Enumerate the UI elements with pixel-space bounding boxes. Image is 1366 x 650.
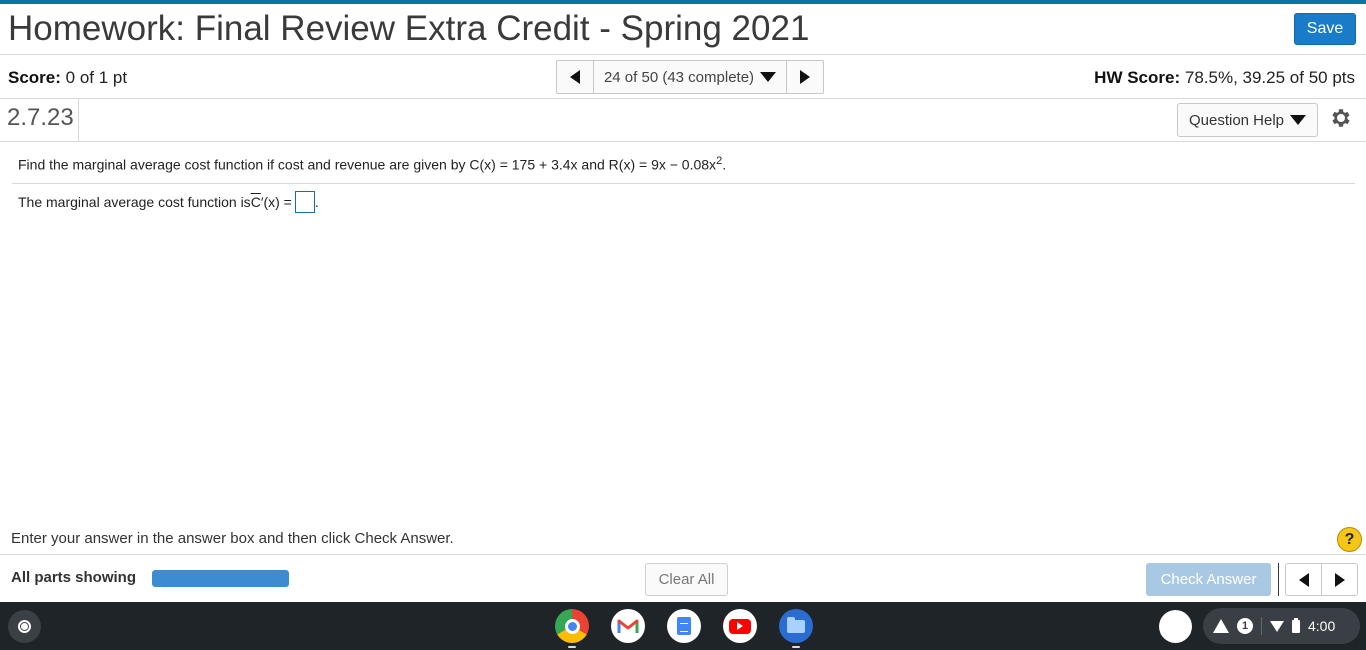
gear-icon[interactable] bbox=[1329, 106, 1353, 130]
files-icon[interactable] bbox=[779, 609, 813, 643]
launcher-circle-icon bbox=[18, 620, 31, 633]
launcher-icon[interactable] bbox=[8, 610, 41, 643]
answer-suffix: ′(x) = bbox=[260, 194, 292, 210]
score-label: Score: bbox=[8, 68, 61, 87]
parts-progress-bar bbox=[152, 570, 289, 587]
wifi-icon bbox=[1270, 620, 1284, 632]
question-help-button[interactable]: Question Help bbox=[1177, 103, 1318, 137]
footer-previous-button[interactable] bbox=[1286, 564, 1322, 595]
footer-next-button[interactable] bbox=[1322, 564, 1357, 595]
docs-page-icon bbox=[677, 617, 691, 635]
caret-down-icon bbox=[1290, 115, 1307, 125]
answer-prefix: The marginal average cost function is bbox=[18, 194, 251, 210]
chrome-icon[interactable] bbox=[555, 609, 589, 643]
clock-time: 4:00 bbox=[1308, 618, 1336, 634]
check-answer-button[interactable]: Check Answer bbox=[1146, 563, 1271, 596]
files-running-indicator bbox=[792, 646, 800, 648]
docs-icon[interactable] bbox=[667, 609, 701, 643]
triangle-right-icon bbox=[800, 70, 810, 84]
parts-showing-label: All parts showing bbox=[11, 569, 137, 586]
youtube-icon[interactable] bbox=[723, 609, 757, 643]
warning-icon bbox=[1213, 619, 1229, 633]
caret-down-icon bbox=[760, 72, 777, 82]
question-prompt: Find the marginal average cost function … bbox=[18, 155, 726, 173]
instruction-text: Enter your answer in the answer box and … bbox=[11, 530, 454, 547]
clear-all-button[interactable]: Clear All bbox=[645, 563, 728, 596]
footer-separator bbox=[1278, 563, 1279, 596]
question-list-dropdown[interactable]: 24 of 50 (43 complete) bbox=[594, 61, 786, 93]
answer-end: . bbox=[314, 194, 319, 210]
hw-score-display: HW Score: 78.5%, 39.25 of 50 pts bbox=[1094, 68, 1355, 88]
footer-bar: All parts showing Clear All Check Answer bbox=[0, 554, 1366, 602]
answer-symbol: C bbox=[250, 194, 261, 210]
hw-score-label: HW Score: bbox=[1094, 68, 1181, 87]
previous-question-button[interactable] bbox=[557, 61, 594, 93]
chrome-center-icon bbox=[564, 618, 580, 634]
help-icon[interactable]: ? bbox=[1337, 527, 1362, 552]
footer-question-nav bbox=[1285, 563, 1358, 596]
tray-divider bbox=[1261, 617, 1262, 635]
gmail-icon[interactable] bbox=[611, 609, 645, 643]
user-pod-icon[interactable] bbox=[1159, 610, 1192, 643]
progress-fill bbox=[152, 570, 289, 587]
answer-input[interactable] bbox=[294, 191, 315, 213]
save-button[interactable]: Save bbox=[1294, 13, 1356, 45]
question-divider bbox=[12, 183, 1355, 184]
battery-icon bbox=[1292, 617, 1300, 633]
question-text: Find the marginal average cost function … bbox=[18, 156, 717, 173]
question-end: . bbox=[722, 156, 727, 173]
triangle-left-icon bbox=[1298, 572, 1309, 587]
question-id: 2.7.23 bbox=[0, 99, 79, 141]
folder-icon bbox=[787, 616, 805, 633]
score-row: Score: 0 of 1 pt 24 of 50 (43 complete) … bbox=[0, 55, 1366, 99]
next-question-button[interactable] bbox=[786, 61, 823, 93]
youtube-rect-icon bbox=[729, 618, 751, 634]
question-id-row: 2.7.23 Question Help bbox=[0, 99, 1366, 142]
score-display: Score: 0 of 1 pt bbox=[8, 68, 127, 88]
gmail-m-icon bbox=[617, 619, 639, 633]
question-help-label: Question Help bbox=[1188, 111, 1285, 129]
page-title: Homework: Final Review Extra Credit - Sp… bbox=[8, 9, 810, 48]
title-row: Homework: Final Review Extra Credit - Sp… bbox=[0, 4, 1366, 55]
play-icon bbox=[737, 622, 743, 630]
hw-score-value: 78.5%, 39.25 of 50 pts bbox=[1184, 68, 1355, 87]
os-shelf: 1 4:00 bbox=[0, 602, 1366, 650]
score-value: 0 of 1 pt bbox=[65, 68, 128, 87]
question-navigator: 24 of 50 (43 complete) bbox=[556, 60, 824, 94]
triangle-right-icon bbox=[1334, 572, 1345, 587]
triangle-left-icon bbox=[570, 70, 580, 84]
chrome-running-indicator bbox=[568, 646, 576, 648]
notification-badge: 1 bbox=[1237, 618, 1253, 634]
question-position: 24 of 50 (43 complete) bbox=[603, 68, 755, 86]
system-tray[interactable]: 1 4:00 bbox=[1203, 608, 1360, 644]
answer-line: The marginal average cost function is C … bbox=[18, 191, 319, 213]
